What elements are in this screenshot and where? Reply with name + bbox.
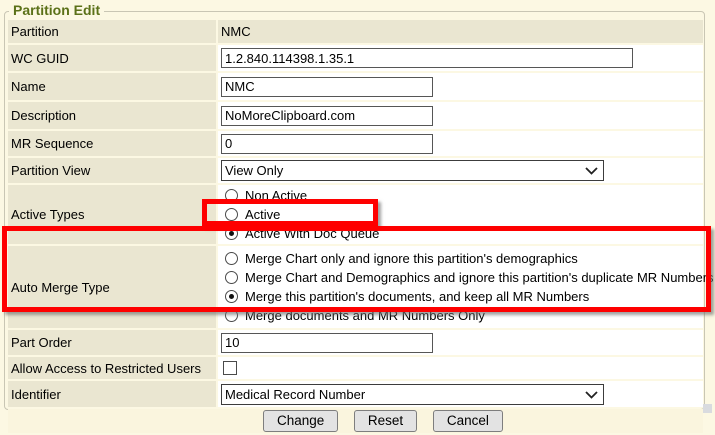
table-row: Allow Access to Restricted Users bbox=[8, 357, 703, 379]
cancel-button[interactable]: Cancel bbox=[433, 410, 503, 432]
non-active-radio[interactable] bbox=[225, 189, 238, 202]
partition-edit-screen: Partition Edit Partition NMC WC GUID Nam… bbox=[0, 0, 715, 417]
partition-label: Partition bbox=[8, 20, 216, 43]
allow-access-label: Allow Access to Restricted Users bbox=[8, 357, 216, 379]
merge-partition-documents-radio-label: Merge this partition's documents, and ke… bbox=[245, 289, 589, 304]
name-label: Name bbox=[8, 73, 216, 100]
wc-guid-label: WC GUID bbox=[8, 45, 216, 71]
merge-documents-and-mr-numbers-radio[interactable] bbox=[225, 309, 238, 322]
table-row: Description bbox=[8, 102, 703, 129]
table-row: WC GUID bbox=[8, 45, 703, 71]
wc-guid-input[interactable] bbox=[221, 48, 633, 68]
merge-chart-only-radio[interactable] bbox=[225, 252, 238, 265]
table-row: Change Reset Cancel bbox=[8, 409, 703, 433]
merge-partition-documents-radio[interactable] bbox=[225, 290, 238, 303]
active-with-doc-queue-radio-label: Active With Doc Queue bbox=[245, 226, 379, 241]
reset-button[interactable]: Reset bbox=[354, 410, 417, 432]
table-row: Partition NMC bbox=[8, 20, 703, 43]
description-input[interactable] bbox=[221, 106, 433, 126]
auto-merge-type-label: Auto Merge Type bbox=[8, 246, 216, 328]
table-row: Active Types Non Active Active Active Wi… bbox=[8, 185, 703, 244]
partition-value: NMC bbox=[218, 20, 703, 43]
part-order-label: Part Order bbox=[8, 330, 216, 355]
table-row: Identifier Medical Record Number bbox=[8, 381, 703, 407]
active-with-doc-queue-radio[interactable] bbox=[225, 227, 238, 240]
part-order-input[interactable] bbox=[221, 333, 433, 353]
table-row: Part Order bbox=[8, 330, 703, 355]
active-radio[interactable] bbox=[225, 208, 238, 221]
identifier-select[interactable]: Medical Record Number bbox=[221, 384, 604, 405]
table-row: Auto Merge Type Merge Chart only and ign… bbox=[8, 246, 703, 328]
allow-access-checkbox[interactable] bbox=[223, 361, 237, 375]
name-input[interactable] bbox=[221, 77, 433, 97]
description-label: Description bbox=[8, 102, 216, 129]
partition-edit-form: Partition NMC WC GUID Name Description M… bbox=[6, 18, 705, 435]
merge-chart-and-demographics-radio[interactable] bbox=[225, 271, 238, 284]
table-row: MR Sequence bbox=[8, 131, 703, 156]
identifier-label: Identifier bbox=[8, 381, 216, 407]
partition-view-select[interactable]: View Only bbox=[221, 160, 604, 181]
scroll-corner bbox=[703, 404, 712, 413]
active-radio-label: Active bbox=[245, 207, 280, 222]
page-title: Partition Edit bbox=[9, 2, 104, 18]
active-types-label: Active Types bbox=[8, 185, 216, 244]
non-active-radio-label: Non Active bbox=[245, 188, 307, 203]
merge-chart-only-radio-label: Merge Chart only and ignore this partiti… bbox=[245, 251, 578, 266]
mr-sequence-label: MR Sequence bbox=[8, 131, 216, 156]
table-row: Partition View View Only bbox=[8, 158, 703, 183]
table-row: Name bbox=[8, 73, 703, 100]
merge-documents-and-mr-numbers-radio-label: Merge documents and MR Numbers Only bbox=[245, 308, 485, 323]
change-button[interactable]: Change bbox=[263, 410, 338, 432]
partition-view-label: Partition View bbox=[8, 158, 216, 183]
mr-sequence-input[interactable] bbox=[221, 134, 433, 154]
merge-chart-and-demographics-radio-label: Merge Chart and Demographics and ignore … bbox=[245, 270, 714, 285]
